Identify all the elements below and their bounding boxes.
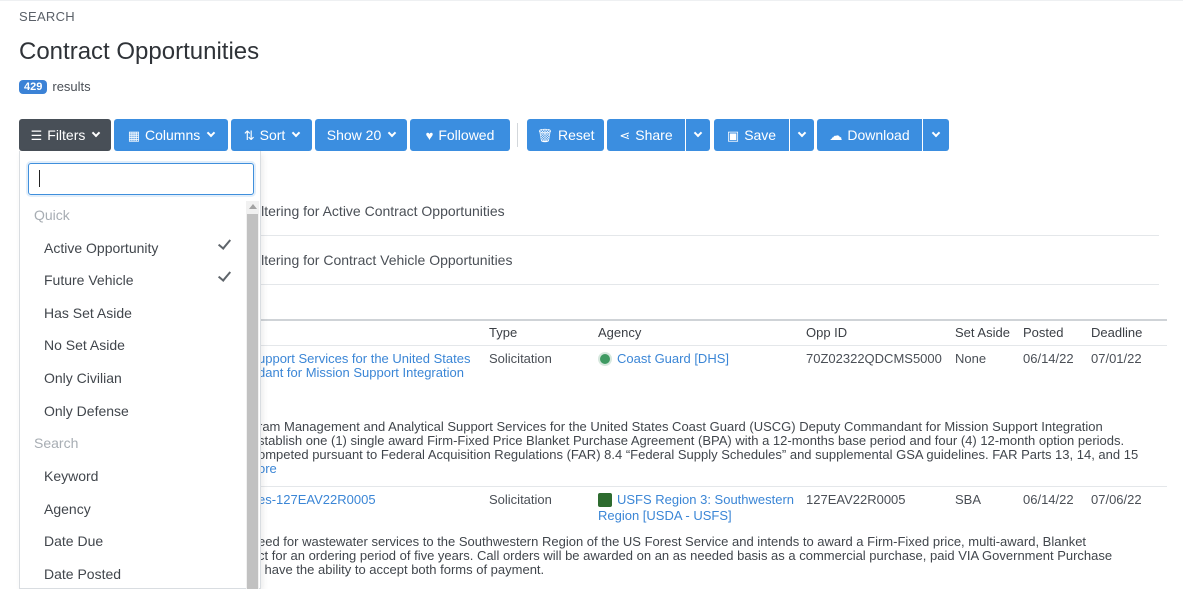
column-header-agency[interactable]: Agency [598,325,641,340]
deadline-cell: 07/01/22 [1091,351,1142,366]
show-count-label: Show 20 [326,127,382,143]
column-header-opp-id[interactable]: Opp ID [806,325,847,340]
filter-item-keyword[interactable]: Keyword [44,468,234,484]
chevron-down-icon [292,128,301,138]
opportunity-title-link[interactable]: es-127EAV22R0005 [258,493,376,507]
agency-name: USFS Region 3: Southwestern [617,492,795,507]
column-header-set-aside[interactable]: Set Aside [955,325,1010,340]
reset-label: Reset [557,127,595,143]
text-caret [39,170,40,187]
active-filter-2[interactable]: iltering for Contract Vehicle Opportunit… [258,252,512,268]
chevron-down-icon [207,128,216,138]
filter-item-active-opportunity[interactable]: Active Opportunity [44,240,234,256]
agency-link[interactable]: USFS Region 3: Southwestern [598,492,794,508]
columns-button[interactable]: ▦ Columns [114,119,228,151]
sort-button[interactable]: ⇅ Sort [231,119,312,151]
opportunity-title-link[interactable]: dant for Mission Support Integration [258,366,464,380]
page-title: Contract Opportunities [19,38,260,65]
type-cell: Solicitation [489,351,552,366]
floppy-icon: ▣ [726,127,740,143]
followed-label: Followed [438,127,495,143]
save-label: Save [744,127,777,143]
filter-item-date-due[interactable]: Date Due [44,533,234,549]
save-button[interactable]: ▣ Save [714,119,789,151]
forest-service-shield-icon [598,493,612,507]
count-suffix: results [52,79,91,94]
set-aside-cell: SBA [955,492,982,507]
toolbar: ☰ Filters ▦ Columns ⇅ Sort Show 20 ♥ Fol… [0,119,1183,151]
reset-button[interactable]: 🗑 Reset [527,119,604,151]
list-icon: ☰ [30,127,43,143]
filter-group-search: Search [34,435,79,451]
agency-link-line2[interactable]: Region [USDA - USFS] [598,508,732,524]
coast-guard-seal-icon [598,352,612,366]
scrollbar-thumb[interactable] [247,214,258,589]
scroll-up-arrow-icon[interactable] [249,204,257,209]
filter-item-agency[interactable]: Agency [44,501,234,517]
description-line: ram Management and Analytical Support Se… [258,419,1103,434]
filter-item-future-vehicle[interactable]: Future Vehicle [44,272,234,288]
download-label: Download [847,127,910,143]
scrollbar[interactable] [246,201,259,589]
agency-name: Coast Guard [DHS] [617,351,729,366]
chevron-down-icon [92,128,101,138]
download-dropdown-toggle[interactable] [923,119,949,151]
share-label: Share [635,127,673,143]
filter-item-date-posted[interactable]: Date Posted [44,566,234,582]
chevron-down-icon [797,128,807,138]
filters-button[interactable]: ☰ Filters [19,119,111,151]
type-cell: Solicitation [489,492,552,507]
description-line: ct for an ordering period of five years.… [258,548,1113,563]
toolbar-divider [517,123,518,147]
share-button[interactable]: ⋖ Share [607,119,685,151]
column-header-deadline[interactable]: Deadline [1091,325,1142,340]
column-header-type[interactable]: Type [489,325,517,340]
heart-icon: ♥ [425,127,434,143]
agency-link[interactable]: Coast Guard [DHS] [598,351,729,367]
posted-cell: 06/14/22 [1023,492,1074,507]
description-line: eed for wastewater services to the South… [258,534,1087,549]
cloud-download-icon: ☁ [829,127,843,143]
filters-label: Filters [47,127,86,143]
set-aside-cell: None [955,351,987,366]
deadline-cell: 07/06/22 [1091,492,1142,507]
opp-id-cell: 127EAV22R0005 [806,492,906,507]
columns-label: Columns [145,127,201,143]
count-badge: 429 [19,79,48,94]
column-header-posted[interactable]: Posted [1023,325,1063,340]
chevron-down-icon [387,128,397,138]
trash-icon: 🗑 [536,127,553,143]
result-count: 429 results [19,79,91,94]
filter-dropdown: Quick Active Opportunity Future Vehicle … [19,151,261,589]
description-line: stablish one (1) single award Firm-Fixed… [258,433,1125,448]
share-icon: ⋖ [619,127,631,143]
filter-item-no-set-aside[interactable]: No Set Aside [44,337,234,353]
sort-label: Sort [259,127,286,143]
followed-button[interactable]: ♥ Followed [410,119,510,151]
filter-item-only-defense[interactable]: Only Defense [44,403,234,419]
active-filter-1[interactable]: iltering for Active Contract Opportuniti… [258,203,505,219]
filter-item-only-civilian[interactable]: Only Civilian [44,370,234,386]
columns-icon: ▦ [127,127,141,143]
chevron-down-icon [931,128,941,138]
download-button[interactable]: ☁ Download [817,119,922,151]
filter-group-quick: Quick [34,207,70,223]
section-label: SEARCH [19,9,75,24]
chevron-down-icon [693,128,703,138]
show-count-button[interactable]: Show 20 [315,119,407,151]
share-dropdown-toggle[interactable] [686,119,710,151]
posted-cell: 06/14/22 [1023,351,1074,366]
description-line: ompeted pursuant to Federal Acquisition … [258,447,1139,462]
sort-icon: ⇅ [243,127,255,143]
filter-search-caret-wrap [28,163,254,195]
save-dropdown-toggle[interactable] [790,119,814,151]
description-line: l have the ability to accept both forms … [258,562,545,577]
opportunity-title-link[interactable]: upport Services for the United States [258,352,470,366]
opp-id-cell: 70Z02322QDCMS5000 [806,351,942,366]
filter-item-has-set-aside[interactable]: Has Set Aside [44,305,234,321]
top-border [0,0,1183,1]
